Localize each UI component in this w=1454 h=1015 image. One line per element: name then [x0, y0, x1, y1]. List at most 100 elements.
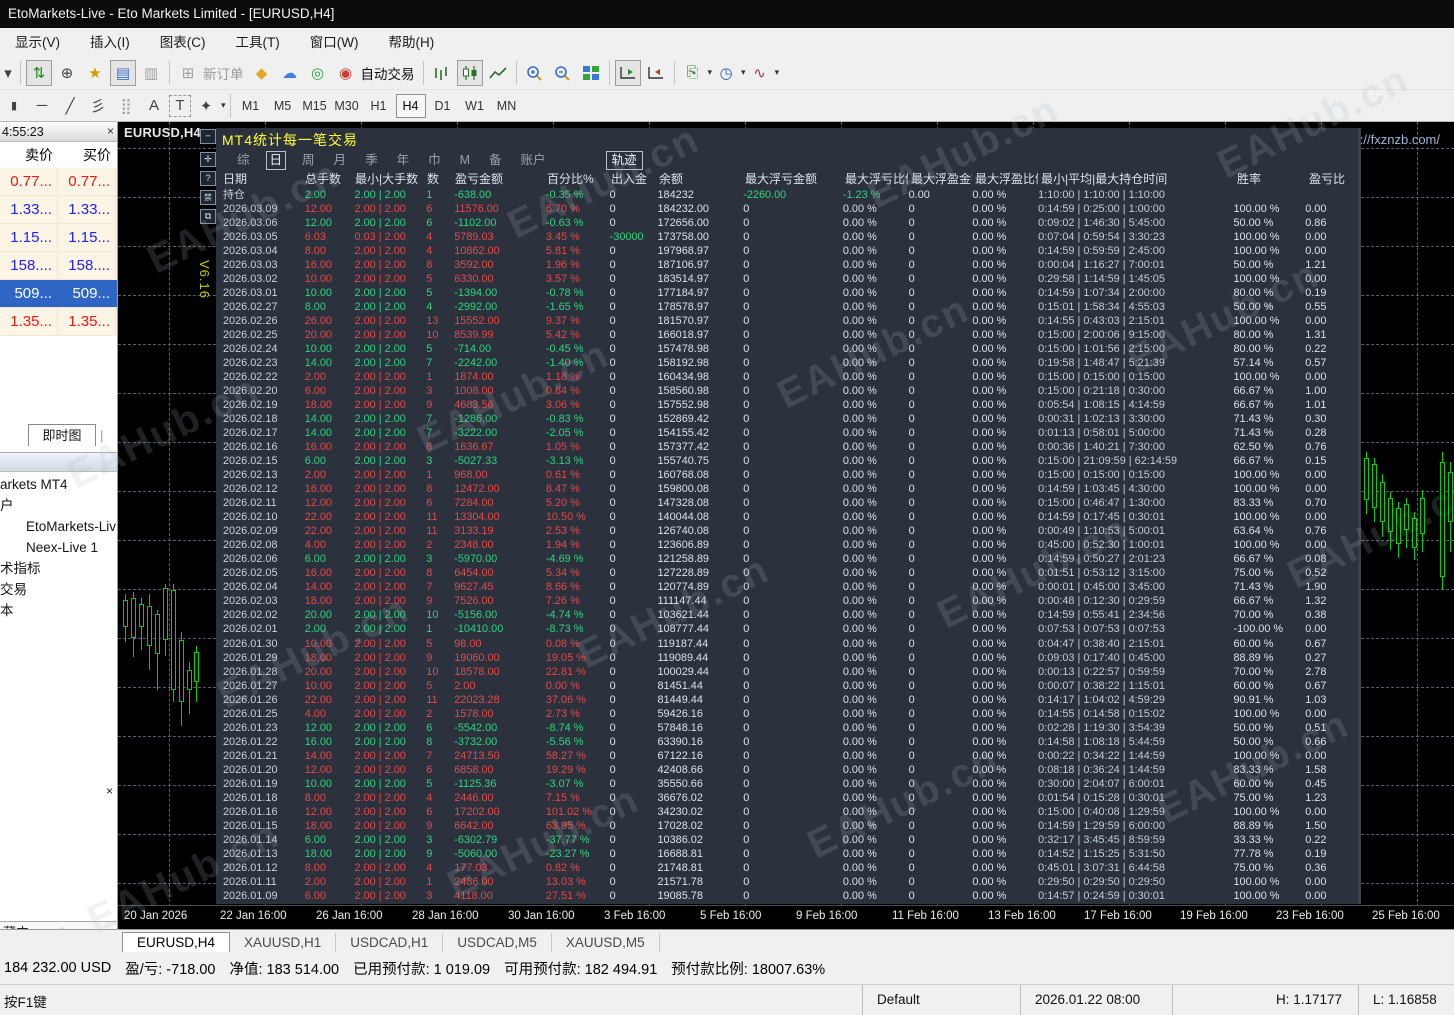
- stats-row[interactable]: 2026.01.13 18.00 2.00 | 2.00 9 -5060.00 -23.2…: [220, 847, 1360, 861]
- navigator-item[interactable]: EtoMarkets-Liv: [0, 516, 117, 537]
- zoom-in-icon[interactable]: [522, 60, 548, 86]
- stats-row[interactable]: 2026.01.14 6.00 2.00 | 2.00 3 -6302.79 -37.77…: [220, 833, 1360, 847]
- chart-tab-usdcadh1[interactable]: USDCAD,H1: [336, 933, 444, 953]
- stats-row[interactable]: 持仓 2.00 2.00 | 2.00 1 -638.00 -0.35 % 0 184232 -…: [220, 188, 1360, 202]
- candlestick-chart-icon[interactable]: [456, 59, 483, 86]
- horizontal-line-icon[interactable]: ─: [29, 93, 55, 119]
- bar-chart-icon[interactable]: [429, 60, 455, 86]
- timeframe-m30[interactable]: M30: [332, 94, 362, 118]
- market-watch-row[interactable]: 0.77... 0.77...: [0, 168, 117, 196]
- mode-button-备[interactable]: 备: [486, 152, 505, 169]
- publish-icon[interactable]: ☁: [277, 60, 303, 86]
- mode-button-账户[interactable]: 账户: [518, 152, 549, 169]
- stats-row[interactable]: 2026.02.04 14.00 2.00 | 2.00 7 9627.45 8.66 %…: [220, 580, 1360, 594]
- track-button[interactable]: 轨迹: [605, 151, 643, 170]
- stats-row[interactable]: 2026.02.12 16.00 2.00 | 2.00 8 12472.00 8.47 …: [220, 482, 1360, 496]
- trendline-icon[interactable]: ╱: [57, 93, 83, 119]
- navigator-item[interactable]: 术指标: [0, 558, 117, 579]
- stats-row[interactable]: 2026.02.24 10.00 2.00 | 2.00 5 -714.00 -0.45 …: [220, 342, 1360, 356]
- market-watch-row[interactable]: 1.33... 1.33...: [0, 196, 117, 224]
- mode-button-日[interactable]: 日: [265, 151, 287, 170]
- market-watch-header[interactable]: 4:55:23 ×: [0, 122, 117, 142]
- timeframe-w1[interactable]: W1: [460, 94, 490, 118]
- stats-row[interactable]: 2026.03.01 10.00 2.00 | 2.00 5 -1394.00 -0.78…: [220, 286, 1360, 300]
- stats-row[interactable]: 2026.02.10 22.00 2.00 | 2.00 11 13304.00 10.5…: [220, 510, 1360, 524]
- text-box-icon[interactable]: T: [169, 94, 191, 117]
- stats-row[interactable]: 2026.02.22 2.00 2.00 | 2.00 1 1874.00 1.18 % 0…: [220, 370, 1360, 384]
- periods-dropdown-icon[interactable]: ▾: [741, 67, 746, 78]
- periods-clock-icon[interactable]: ◷: [713, 60, 739, 86]
- stats-row[interactable]: 2026.02.15 6.00 2.00 | 2.00 3 -5027.33 -3.13 …: [220, 454, 1360, 468]
- auto-trading-label[interactable]: 自动交易: [361, 63, 415, 83]
- market-watch-row[interactable]: 158.... 158....: [0, 252, 117, 280]
- auto-trading-icon[interactable]: ◉: [333, 60, 359, 86]
- tile-windows-icon[interactable]: [578, 60, 604, 86]
- stats-row[interactable]: 2026.01.15 18.00 2.00 | 2.00 9 6642.00 63.95 …: [220, 819, 1360, 833]
- close-icon[interactable]: ×: [106, 784, 113, 798]
- help-icon[interactable]: ?: [200, 171, 216, 186]
- stats-row[interactable]: 2026.01.30 10.00 2.00 | 2.00 5 98.00 0.08 % 0 1…: [220, 637, 1360, 651]
- stats-row[interactable]: 2026.03.09 12.00 2.00 | 2.00 6 11576.00 6.70 …: [220, 202, 1360, 216]
- crosshair-icon[interactable]: ⊕: [54, 60, 80, 86]
- stats-row[interactable]: 2026.01.12 8.00 2.00 | 2.00 4 177.03 0.82 % 0 2…: [220, 861, 1360, 875]
- stats-row[interactable]: 2026.01.16 12.00 2.00 | 2.00 6 17202.00 101.0…: [220, 805, 1360, 819]
- stats-row[interactable]: 2026.03.02 10.00 2.00 | 2.00 5 6330.00 3.57 %…: [220, 272, 1360, 286]
- stats-row[interactable]: 2026.02.16 16.00 2.00 | 2.00 8 1636.67 1.05 %…: [220, 440, 1360, 454]
- stats-row[interactable]: 2026.02.19 18.00 2.00 | 2.00 9 4683.56 3.06 %…: [220, 398, 1360, 412]
- menu-item-5[interactable]: 帮助(H): [373, 29, 449, 56]
- signals-icon[interactable]: ◎: [305, 60, 331, 86]
- timeframe-m15[interactable]: M15: [300, 94, 330, 118]
- timeframe-mn[interactable]: MN: [492, 94, 522, 118]
- stats-row[interactable]: 2026.02.03 18.00 2.00 | 2.00 9 7526.00 7.26 %…: [220, 594, 1360, 608]
- chart-tab-xauusdm5[interactable]: XAUUSD,M5: [552, 933, 660, 953]
- stats-row[interactable]: 2026.01.29 18.00 2.00 | 2.00 9 19060.00 19.05…: [220, 651, 1360, 665]
- stats-row[interactable]: 2026.02.01 2.00 2.00 | 2.00 1 -10410.00 -8.73…: [220, 622, 1360, 636]
- menu-item-3[interactable]: 工具(T): [221, 29, 295, 56]
- stats-row[interactable]: 2026.02.09 22.00 2.00 | 2.00 11 3133.19 2.53 …: [220, 524, 1360, 538]
- stats-row[interactable]: 2026.02.06 6.00 2.00 | 2.00 3 -5970.00 -4.69 …: [220, 552, 1360, 566]
- line-chart-icon[interactable]: [485, 60, 511, 86]
- cursor-icon[interactable]: ▮: [1, 93, 27, 119]
- profiles-star-icon[interactable]: ★: [82, 60, 108, 86]
- grid-icon[interactable]: ⣿: [113, 93, 139, 119]
- stats-row[interactable]: 2026.02.05 16.00 2.00 | 2.00 8 6454.00 5.34 %…: [220, 566, 1360, 580]
- stats-row[interactable]: 2026.03.06 12.00 2.00 | 2.00 6 -1102.00 -0.63…: [220, 216, 1360, 230]
- indicators-dropdown-icon[interactable]: ▾: [775, 67, 780, 78]
- stats-row[interactable]: 2026.02.13 2.00 2.00 | 2.00 1 968.00 0.61 % 0 1…: [220, 468, 1360, 482]
- stats-row[interactable]: 2026.01.23 12.00 2.00 | 2.00 6 -5542.00 -8.74…: [220, 721, 1360, 735]
- mode-button-月[interactable]: 月: [331, 152, 350, 169]
- mode-button-M[interactable]: M: [457, 152, 473, 169]
- market-watch-icon[interactable]: ▤: [110, 59, 136, 86]
- chart-tab-eurusdh4[interactable]: EURUSD,H4: [122, 932, 231, 954]
- market-watch-row[interactable]: 1.15... 1.15...: [0, 224, 117, 252]
- stats-row[interactable]: 2026.01.18 8.00 2.00 | 2.00 4 2446.00 7.15 % 0…: [220, 791, 1360, 805]
- new-order-label[interactable]: 新订单: [203, 63, 244, 83]
- menu-item-2[interactable]: 图表(C): [145, 29, 221, 56]
- stats-row[interactable]: 2026.01.20 12.00 2.00 | 2.00 6 6858.00 19.29 …: [220, 763, 1360, 777]
- market-watch-row[interactable]: 1.35... 1.35...: [0, 308, 117, 336]
- stats-row[interactable]: 2026.02.18 14.00 2.00 | 2.00 7 -1286.00 -0.83…: [220, 412, 1360, 426]
- time-axis[interactable]: 20 Jan 2026 22 Jan 16:00 26 Jan 16:00 28 Ja…: [118, 905, 1454, 929]
- data-window-icon[interactable]: ▥: [138, 60, 164, 86]
- mode-button-周[interactable]: 周: [299, 152, 318, 169]
- timeframe-h1[interactable]: H1: [364, 94, 394, 118]
- stats-row[interactable]: 2026.02.25 20.00 2.00 | 2.00 10 8539.99 5.42 …: [220, 328, 1360, 342]
- mode-button-巾[interactable]: 巾: [425, 152, 444, 169]
- stats-row[interactable]: 2026.01.25 4.00 2.00 | 2.00 2 1578.00 2.73 % 0…: [220, 707, 1360, 721]
- expert-advisors-icon[interactable]: ◆: [249, 60, 275, 86]
- stats-row[interactable]: 2026.03.04 8.00 2.00 | 2.00 4 10862.00 5.81 %…: [220, 244, 1360, 258]
- stats-row[interactable]: 2026.01.21 14.00 2.00 | 2.00 7 24713.50 58.27…: [220, 749, 1360, 763]
- stats-row[interactable]: 2026.02.20 6.00 2.00 | 2.00 3 1008.00 0.64 % 0…: [220, 384, 1360, 398]
- stats-row[interactable]: 2026.01.09 6.00 2.00 | 2.00 3 4118.00 27.51 %…: [220, 889, 1360, 903]
- text-label-icon[interactable]: A: [141, 93, 167, 119]
- stats-row[interactable]: 2026.01.22 16.00 2.00 | 2.00 8 -3732.00 -5.56…: [220, 735, 1360, 749]
- cascade-icon[interactable]: ⧉: [200, 209, 216, 224]
- arrows-shapes-icon[interactable]: ✦: [193, 93, 219, 119]
- stats-row[interactable]: 2026.01.11 2.00 2.00 | 2.00 1 2486.00 13.03 %…: [220, 875, 1360, 889]
- chart-shift-icon[interactable]: [643, 60, 669, 86]
- timeframe-m1[interactable]: M1: [236, 94, 266, 118]
- mode-button-季[interactable]: 季: [362, 152, 381, 169]
- auto-scroll-icon[interactable]: [614, 59, 641, 86]
- navigator-header[interactable]: ×: [0, 452, 117, 798]
- timeframe-h4[interactable]: H4: [395, 93, 426, 118]
